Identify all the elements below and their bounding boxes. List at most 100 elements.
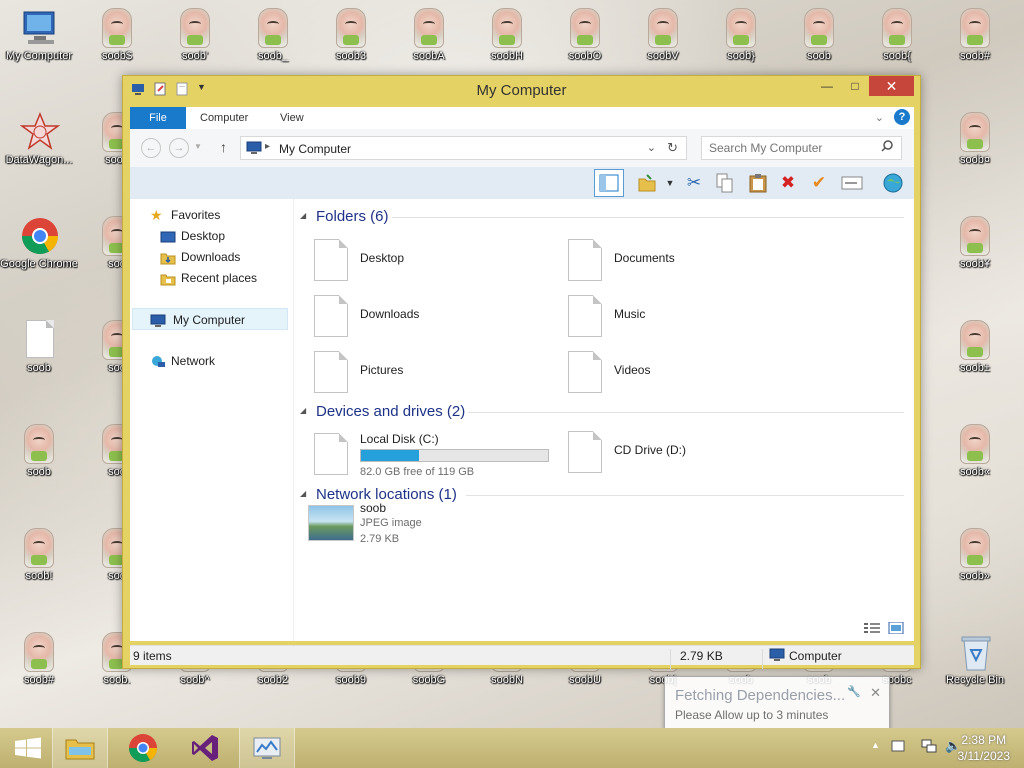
desktop-icon-item[interactable]: soob¥ <box>936 216 1014 271</box>
globe-icon[interactable] <box>881 171 905 195</box>
title-bar[interactable]: ▼ My Computer — □ ✕ <box>123 76 920 104</box>
preview-pane-button[interactable] <box>594 169 624 197</box>
drive-cd[interactable]: CD Drive (D:) <box>550 427 800 477</box>
collapse-arrow-icon[interactable]: ◢ <box>300 211 306 220</box>
refresh-icon[interactable]: ↻ <box>667 140 678 156</box>
folder-videos[interactable]: Videos <box>550 347 800 397</box>
nav-network[interactable]: Network <box>147 350 305 372</box>
tab-view[interactable]: View <box>280 107 304 129</box>
desktop-icon-item[interactable]: My Computer <box>0 8 78 63</box>
taskbar-app[interactable] <box>239 728 295 768</box>
recent-locations-icon[interactable]: ▼ <box>194 142 202 151</box>
copy-icon[interactable] <box>713 171 737 195</box>
collapse-arrow-icon[interactable]: ◢ <box>300 406 306 415</box>
nav-recent-places[interactable]: Recent places <box>157 267 315 289</box>
show-hidden-icons-icon[interactable]: ▲ <box>871 740 880 750</box>
taskbar-visual-studio[interactable] <box>177 728 233 768</box>
address-text: My Computer <box>279 142 352 156</box>
large-icons-view-icon[interactable] <box>888 621 904 637</box>
up-button[interactable]: ↑ <box>220 139 227 155</box>
delete-icon[interactable]: ✖ <box>776 171 800 195</box>
desktop-icon-item[interactable]: Recycle Bin <box>936 632 1014 687</box>
desktop-icon-item[interactable]: soob <box>0 424 78 479</box>
folder-label: Desktop <box>360 251 405 265</box>
recycle-bin-icon <box>956 632 994 672</box>
close-icon[interactable]: ✕ <box>870 685 881 701</box>
address-bar[interactable]: ▸ My Computer ⌄ ↻ <box>240 136 687 160</box>
folder-music[interactable]: Music <box>550 291 800 341</box>
tab-computer[interactable]: Computer <box>200 107 248 129</box>
desktop-icon-item[interactable]: soob± <box>936 320 1014 375</box>
properties-tool-icon[interactable] <box>635 171 659 195</box>
desktop-icon-item[interactable]: soob« <box>936 424 1014 479</box>
folder-downloads[interactable]: Downloads <box>296 291 546 341</box>
search-box[interactable] <box>701 136 902 160</box>
expand-ribbon-icon[interactable]: ⌄ <box>875 111 884 124</box>
close-button[interactable]: ✕ <box>869 76 914 96</box>
folder-documents[interactable]: Documents <box>550 235 800 285</box>
group-header-folders[interactable]: ◢ Folders (6) <box>300 207 912 227</box>
rename-icon[interactable] <box>840 171 864 195</box>
desktop-icon-item[interactable]: soob3 <box>312 8 390 63</box>
desktop-icon-item[interactable]: soob$ <box>78 8 156 63</box>
desktop-icon-label: soob9 <box>336 674 366 686</box>
status-selection-size: 2.79 KB <box>680 649 723 663</box>
desktop-icon-item[interactable]: soob» <box>936 528 1014 583</box>
desktop-icon-item[interactable]: soobO <box>546 8 624 63</box>
nav-favorites[interactable]: ★ Favorites <box>147 204 305 226</box>
network-item-name: soob <box>360 501 387 515</box>
folder-pictures[interactable]: Pictures <box>296 347 546 397</box>
start-button[interactable] <box>0 728 56 768</box>
search-input[interactable] <box>709 141 874 155</box>
desktop-icon-item[interactable]: soob# <box>0 632 78 687</box>
taskbar-chrome[interactable] <box>115 728 171 768</box>
nav-downloads[interactable]: Downloads <box>157 246 315 268</box>
drive-local-disk[interactable]: Local Disk (C:) 82.0 GB free of 119 GB <box>296 429 556 479</box>
tool-dropdown-icon[interactable]: ▼ <box>658 171 682 195</box>
network-tray-icon[interactable] <box>921 739 937 756</box>
notification-toast[interactable]: Fetching Dependencies... Please Allow up… <box>664 676 890 730</box>
back-button[interactable]: ← <box>141 138 161 158</box>
desktop-icon-item[interactable]: soob_ <box>234 8 312 63</box>
desktop-icon-item[interactable]: soob{ <box>858 8 936 63</box>
cut-icon[interactable]: ✂ <box>682 171 706 195</box>
address-dropdown-icon[interactable]: ⌄ <box>647 141 656 154</box>
checkmark-icon[interactable]: ✔ <box>807 171 831 195</box>
search-icon[interactable] <box>881 140 893 155</box>
details-view-icon[interactable] <box>864 622 880 637</box>
desktop-icon-item[interactable]: Google Chrome <box>0 216 78 271</box>
desktop-icon-item[interactable]: soob# <box>936 8 1014 63</box>
taskbar-file-explorer[interactable] <box>52 728 108 768</box>
settings-icon[interactable]: 🔧 <box>847 685 861 698</box>
desktop-icon-item[interactable]: soob} <box>702 8 780 63</box>
desktop-icon-label: soob3 <box>336 50 366 62</box>
clock[interactable]: 2:38 PM 3/11/2023 <box>958 732 1011 764</box>
nav-desktop[interactable]: Desktop <box>157 225 315 247</box>
desktop-icon-item[interactable]: soob¤ <box>936 112 1014 167</box>
network-location-item[interactable]: soob JPEG image 2.79 KB <box>308 501 608 551</box>
blank-file-icon <box>20 320 58 360</box>
nav-my-computer[interactable]: My Computer <box>132 308 288 330</box>
desktop-icon-item[interactable]: soobH <box>468 8 546 63</box>
paste-icon[interactable] <box>746 171 770 195</box>
star-icon: ★ <box>150 207 163 223</box>
desktop-icon-item[interactable]: soob' <box>156 8 234 63</box>
collapse-arrow-icon[interactable]: ◢ <box>300 489 306 498</box>
forward-button[interactable]: → <box>169 138 189 158</box>
desktop-icon-item[interactable]: soob <box>780 8 858 63</box>
help-icon[interactable]: ? <box>894 109 910 125</box>
desktop-icon-item[interactable]: soobV <box>624 8 702 63</box>
gnome-image-icon <box>722 8 760 48</box>
folder-desktop[interactable]: Desktop <box>296 235 546 285</box>
desktop-icon-item[interactable]: soob! <box>0 528 78 583</box>
tab-file[interactable]: File <box>130 107 186 129</box>
desktop-icon-item[interactable]: soobA <box>390 8 468 63</box>
desktop-icon-label: soobO <box>568 50 602 62</box>
group-header-devices[interactable]: ◢ Devices and drives (2) <box>300 402 912 422</box>
action-center-icon[interactable] <box>891 739 905 756</box>
desktop-icon-item[interactable]: soob <box>0 320 78 375</box>
minimize-button[interactable]: — <box>813 76 841 96</box>
breadcrumb-separator-icon[interactable]: ▸ <box>265 141 270 152</box>
maximize-button[interactable]: □ <box>841 76 869 96</box>
desktop-icon-item[interactable]: DataWagon... <box>0 112 78 167</box>
